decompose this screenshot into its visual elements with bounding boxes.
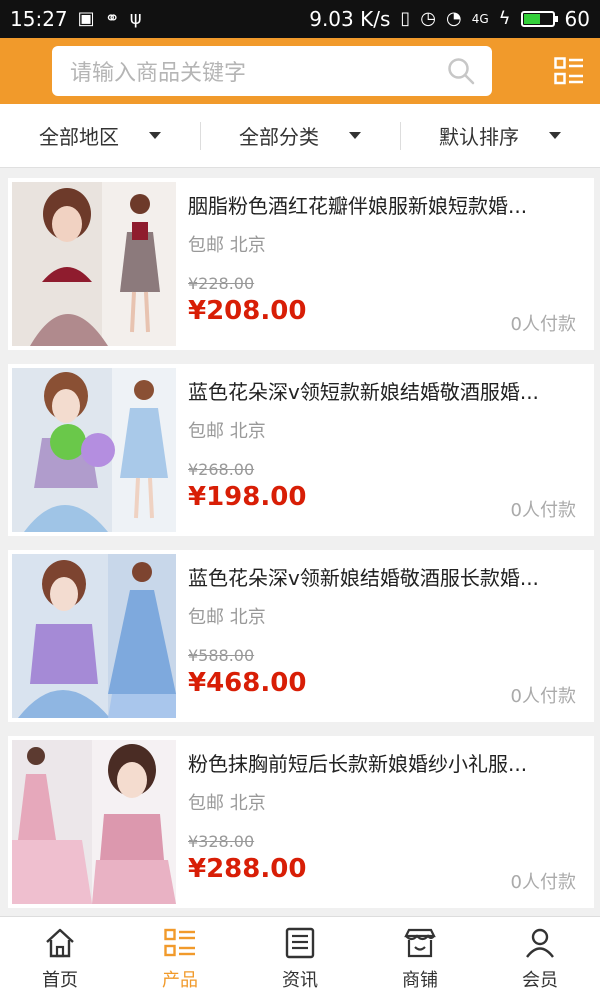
product-card[interactable]: 胭脂粉色酒红花瓣伴娘服新娘短款婚... 包邮 北京 ¥228.00 ¥208.0…: [8, 178, 594, 350]
wifi-icon: ◔: [446, 8, 462, 29]
product-info: 粉色抹胸前短后长款新娘婚纱小礼服... 包邮 北京 ¥328.00 ¥288.0…: [176, 736, 594, 908]
product-card[interactable]: 粉色抹胸前短后长款新娘婚纱小礼服... 包邮 北京 ¥328.00 ¥288.0…: [8, 736, 594, 908]
status-bar: 15:27 ▣ ⚭ ψ 9.03 K/s ▯ ◷ ◔ 4G ϟ 60: [0, 0, 600, 38]
filter-category[interactable]: 全部分类: [200, 104, 400, 167]
search-input[interactable]: 请输入商品关键字: [52, 46, 492, 96]
location-label: 北京: [229, 421, 266, 442]
filter-label: 全部地区: [39, 125, 119, 149]
filter-label: 默认排序: [439, 125, 519, 149]
network-speed: 9.03 K/s: [309, 7, 391, 31]
product-meta: 包邮 北京: [188, 417, 580, 443]
category-menu-icon: [554, 57, 583, 85]
header: 请输入商品关键字: [0, 38, 600, 104]
caret-down-icon: [549, 132, 561, 139]
payment-count: 0人付款: [510, 314, 576, 335]
nav-store[interactable]: 商铺: [360, 917, 480, 1000]
payment-count: 0人付款: [510, 872, 576, 893]
vibrate-icon: ▯: [400, 8, 411, 29]
original-price: ¥268.00: [188, 460, 255, 479]
battery-icon: [520, 11, 558, 27]
nav-member[interactable]: 会员: [480, 917, 600, 1000]
original-price: ¥328.00: [188, 832, 255, 851]
sale-price: ¥288.00: [188, 854, 307, 884]
sale-price: ¥198.00: [188, 482, 307, 512]
nav-news[interactable]: 资讯: [240, 917, 360, 1000]
nav-label: 商铺: [402, 969, 438, 991]
share-icon: ⚭: [104, 8, 120, 29]
product-card[interactable]: 蓝色花朵深v领新娘结婚敬酒服长款婚... 包邮 北京 ¥588.00 ¥468.…: [8, 550, 594, 722]
payment-count: 0人付款: [510, 686, 576, 707]
original-price: ¥588.00: [188, 646, 255, 665]
product-info: 蓝色花朵深v领短款新娘结婚敬酒服婚... 包邮 北京 ¥268.00 ¥198.…: [176, 364, 594, 536]
news-icon: [285, 927, 315, 958]
filter-label: 全部分类: [239, 125, 319, 149]
product-meta: 包邮 北京: [188, 789, 580, 815]
nav-home[interactable]: 首页: [0, 917, 120, 1000]
product-title[interactable]: 粉色抹胸前短后长款新娘婚纱小礼服...: [188, 748, 578, 777]
location-label: 北京: [229, 607, 266, 628]
shipping-label: 包邮: [188, 793, 224, 814]
product-title[interactable]: 胭脂粉色酒红花瓣伴娘服新娘短款婚...: [188, 190, 578, 219]
image-icon: ▣: [77, 8, 95, 29]
product-info: 蓝色花朵深v领新娘结婚敬酒服长款婚... 包邮 北京 ¥588.00 ¥468.…: [176, 550, 594, 722]
menu-button[interactable]: [552, 54, 586, 88]
product-info: 胭脂粉色酒红花瓣伴娘服新娘短款婚... 包邮 北京 ¥228.00 ¥208.0…: [176, 178, 594, 350]
status-right: 9.03 K/s ▯ ◷ ◔ 4G ϟ 60: [309, 7, 590, 31]
product-image[interactable]: [12, 740, 176, 904]
battery-fill: [523, 14, 541, 24]
products-icon: [164, 928, 195, 956]
signal-label: 4G: [471, 12, 489, 26]
nav-label: 资讯: [282, 969, 318, 991]
nav-label: 首页: [42, 969, 78, 991]
bottom-nav: 首页 产品 资讯 商铺 会员: [0, 916, 600, 1000]
filter-bar: 全部地区 全部分类 默认排序: [0, 104, 600, 168]
location-label: 北京: [229, 235, 266, 256]
store-icon: [404, 928, 436, 957]
search-placeholder: 请输入商品关键字: [70, 61, 247, 86]
member-icon: [526, 928, 554, 958]
usb-icon: ψ: [129, 8, 142, 29]
search-icon[interactable]: [446, 56, 476, 86]
product-title[interactable]: 蓝色花朵深v领新娘结婚敬酒服长款婚...: [188, 562, 578, 591]
shipping-label: 包邮: [188, 421, 224, 442]
payment-count: 0人付款: [510, 500, 576, 521]
filter-region[interactable]: 全部地区: [0, 104, 200, 167]
charging-icon: ϟ: [498, 8, 511, 29]
nav-products[interactable]: 产品: [120, 917, 240, 1000]
product-meta: 包邮 北京: [188, 231, 580, 257]
caret-down-icon: [349, 132, 361, 139]
nav-label: 产品: [162, 969, 198, 991]
nav-label: 会员: [522, 969, 558, 991]
product-card[interactable]: 蓝色花朵深v领短款新娘结婚敬酒服婚... 包邮 北京 ¥268.00 ¥198.…: [8, 364, 594, 536]
status-time: 15:27: [10, 7, 68, 31]
product-image[interactable]: [12, 182, 176, 346]
filter-sort[interactable]: 默认排序: [400, 104, 600, 167]
location-label: 北京: [229, 793, 266, 814]
shipping-label: 包邮: [188, 607, 224, 628]
product-image[interactable]: [12, 554, 176, 718]
shipping-label: 包邮: [188, 235, 224, 256]
caret-down-icon: [149, 132, 161, 139]
sale-price: ¥468.00: [188, 668, 307, 698]
sale-price: ¥208.00: [188, 296, 307, 326]
product-title[interactable]: 蓝色花朵深v领短款新娘结婚敬酒服婚...: [188, 376, 578, 405]
product-image[interactable]: [12, 368, 176, 532]
product-meta: 包邮 北京: [188, 603, 580, 629]
original-price: ¥228.00: [188, 274, 255, 293]
home-icon: [46, 928, 74, 957]
alarm-icon: ◷: [420, 8, 437, 29]
battery-level: 60: [564, 7, 590, 31]
status-left: 15:27 ▣ ⚭ ψ: [10, 7, 142, 31]
